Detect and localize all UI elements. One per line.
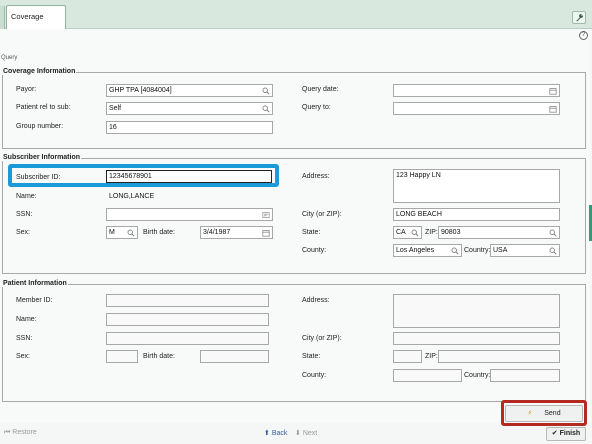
subscriber-zip-value: 90803 [441, 229, 461, 236]
subscriber-address-value: 123 Happy LN [396, 172, 441, 179]
patient-rel-label: Patient rel to sub: [16, 104, 71, 111]
payor-value: GHP TPA [4084004] [109, 87, 172, 94]
query-date-field[interactable] [393, 84, 560, 97]
patient-section-title: Patient Information [2, 280, 68, 287]
subscriber-country-value: USA [493, 247, 508, 254]
subscriber-state-field[interactable]: CA [393, 226, 422, 239]
search-icon[interactable] [127, 229, 135, 237]
left-edge-tab[interactable] [0, 6, 5, 29]
patient-ssn-label: SSN: [16, 335, 33, 342]
subscriber-sex-label: Sex: [16, 229, 31, 236]
patient-county-field[interactable] [393, 369, 462, 382]
patient-rel-field[interactable]: Self [106, 102, 273, 115]
patient-name-label: Name: [16, 316, 37, 323]
search-icon[interactable] [451, 247, 459, 255]
calendar-icon[interactable] [262, 229, 270, 237]
subscriber-id-highlight [8, 164, 279, 187]
subscriber-state-value: CA [396, 229, 406, 236]
subscriber-name-label: Name: [16, 193, 37, 200]
search-icon[interactable] [549, 247, 557, 255]
patient-state-label: State: [302, 353, 321, 360]
patient-country-label: Country: [464, 372, 491, 379]
patient-rel-value: Self [109, 105, 122, 112]
subscriber-county-label: County: [302, 247, 327, 254]
coverage-section-title: Coverage Information [2, 68, 77, 75]
query-date-label: Query date: [302, 86, 339, 93]
group-number-value: 16 [109, 124, 117, 131]
patient-ssn-field[interactable] [106, 332, 269, 345]
group-number-field[interactable]: 16 [106, 121, 273, 134]
back-label: Back [271, 430, 288, 437]
restore-icon: ⏮ [4, 429, 11, 436]
subscriber-name-field[interactable]: LONG,LANCE [106, 190, 273, 203]
finish-button[interactable]: ✔ Finish [546, 427, 586, 441]
wrench-icon [576, 13, 584, 22]
restore-button[interactable]: ⏮ Restore [4, 429, 37, 437]
subscriber-address-label: Address: [302, 173, 330, 180]
patient-city-label: City (or ZIP): [302, 335, 342, 342]
subscriber-county-value: Los Angeles [396, 247, 435, 254]
next-label: Next [302, 430, 318, 437]
patient-birth-label: Birth date: [143, 353, 175, 360]
subscriber-sex-field[interactable]: M [106, 226, 138, 239]
patient-city-field[interactable] [393, 332, 560, 345]
search-icon[interactable] [411, 229, 419, 237]
group-number-label: Group number: [16, 123, 64, 130]
patient-sex-label: Sex: [16, 353, 31, 360]
calendar-icon[interactable] [549, 105, 557, 113]
subscriber-county-field[interactable]: Los Angeles [393, 244, 462, 257]
query-label: Query [1, 55, 18, 61]
subscriber-country-label: Country: [464, 247, 491, 254]
subscriber-city-value: LONG BEACH [396, 211, 442, 218]
back-arrow-icon: ⬆ [264, 430, 270, 437]
search-icon[interactable] [262, 87, 270, 95]
send-highlight [501, 400, 587, 426]
subscriber-sex-value: M [109, 229, 115, 236]
patient-sex-field[interactable] [106, 350, 138, 363]
patient-country-field[interactable] [490, 369, 560, 382]
patient-zip-field[interactable] [438, 350, 560, 363]
patient-birth-field[interactable] [200, 350, 269, 363]
calendar-icon[interactable] [549, 87, 557, 95]
subscriber-zip-label: ZIP: [425, 229, 438, 236]
subscriber-birth-label: Birth date: [143, 229, 175, 236]
wrench-button[interactable] [572, 11, 586, 24]
subscriber-ssn-label: SSN: [16, 211, 33, 218]
patient-state-field[interactable] [393, 350, 422, 363]
query-to-label: Query to: [302, 104, 331, 111]
next-arrow-icon: ⬇ [295, 430, 301, 437]
patient-zip-label: ZIP: [425, 353, 438, 360]
search-icon[interactable] [549, 229, 557, 237]
tab-coverage-wizard[interactable]: Coverage Wizard [6, 5, 66, 43]
title-bar: Coverage Wizard [0, 0, 592, 43]
subscriber-zip-field[interactable]: 90803 [438, 226, 560, 239]
payor-label: Payor: [16, 86, 37, 93]
patient-address-field[interactable] [393, 294, 560, 328]
patient-address-label: Address: [302, 297, 330, 304]
subscriber-section-title: Subscriber Information [2, 154, 82, 161]
back-button[interactable]: ⬆ Back [264, 429, 287, 437]
patient-name-field[interactable] [106, 313, 269, 326]
subscriber-birth-field[interactable]: 3/4/1987 [200, 226, 273, 239]
subscriber-address-field[interactable]: 123 Happy LN [393, 169, 560, 203]
subscriber-name-value: LONG,LANCE [109, 193, 155, 200]
help-icon[interactable]: ? [579, 31, 588, 40]
subscriber-birth-value: 3/4/1987 [203, 229, 231, 236]
patient-county-label: County: [302, 372, 327, 379]
checkmark-icon: ✔ [551, 430, 558, 437]
subscriber-city-field[interactable]: LONG BEACH [393, 208, 560, 221]
search-icon[interactable] [262, 105, 270, 113]
card-icon [262, 212, 270, 218]
next-button[interactable]: ⬇ Next [295, 429, 317, 437]
finish-label: Finish [559, 430, 581, 437]
subscriber-country-field[interactable]: USA [490, 244, 560, 257]
subscriber-ssn-field[interactable] [106, 208, 273, 221]
query-to-field[interactable] [393, 102, 560, 115]
subscriber-city-label: City (or ZIP): [302, 211, 342, 218]
subscriber-state-label: State: [302, 229, 321, 236]
patient-member-id-label: Member ID: [16, 297, 53, 304]
restore-label: Restore [12, 429, 37, 436]
patient-member-id-field[interactable] [106, 294, 269, 307]
payor-field[interactable]: GHP TPA [4084004] [106, 84, 273, 97]
